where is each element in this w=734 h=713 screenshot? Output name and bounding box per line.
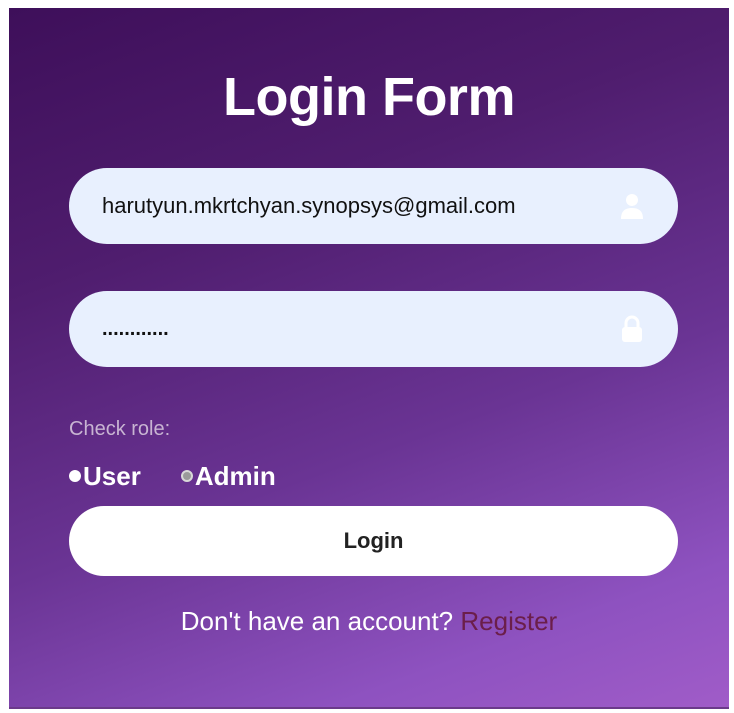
login-panel: Login Form harutyun.mkrtchyan.synopsys@g…	[9, 8, 729, 709]
register-link[interactable]: Register	[460, 606, 557, 636]
email-field[interactable]: harutyun.mkrtchyan.synopsys@gmail.com	[69, 168, 678, 244]
role-option-admin[interactable]: Admin	[180, 461, 276, 492]
user-radio-label[interactable]: User	[83, 461, 141, 492]
password-value[interactable]: ............	[102, 291, 169, 367]
register-line: Don't have an account? Register	[9, 606, 729, 637]
form-title: Login Form	[223, 67, 515, 127]
role-radio-group: User Admin	[69, 460, 316, 492]
login-button[interactable]: Login	[69, 506, 678, 576]
admin-radio-label[interactable]: Admin	[195, 461, 276, 492]
password-field[interactable]: ............	[69, 291, 678, 367]
user-radio[interactable]	[69, 470, 81, 482]
email-value[interactable]: harutyun.mkrtchyan.synopsys@gmail.com	[102, 168, 516, 244]
register-prompt: Don't have an account?	[180, 606, 454, 636]
user-icon	[621, 194, 643, 219]
role-label: Check role:	[69, 418, 171, 440]
admin-radio[interactable]	[180, 470, 193, 482]
lock-icon	[622, 315, 642, 342]
role-option-user[interactable]: User	[69, 461, 141, 492]
